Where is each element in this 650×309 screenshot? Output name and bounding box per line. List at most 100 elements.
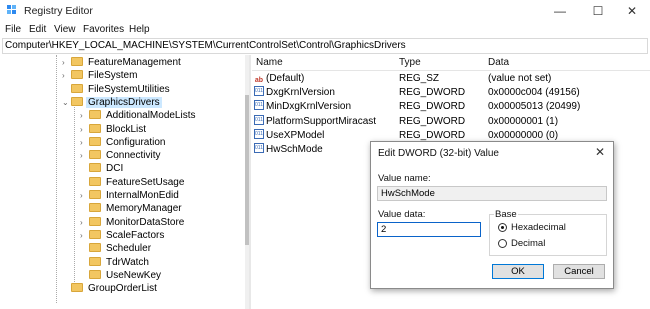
folder-icon [71,70,83,80]
minimize-button[interactable]: — [542,0,578,22]
folder-icon [89,123,101,133]
value-row[interactable]: 011 MinDxgKrnlVersion REG_DWORD 0x00005013 … [252,100,650,114]
folder-icon [89,190,101,199]
hexadecimal-radio[interactable] [498,223,507,232]
tree-item[interactable]: DCI [80,162,125,175]
folder-icon [71,57,83,66]
tree-item[interactable]: › InternalMonEdid [80,189,181,202]
maximize-button[interactable]: ☐ [580,0,616,22]
folder-icon [89,136,101,146]
tree-item-label: Configuration [106,136,166,148]
pane-splitter[interactable] [249,55,251,309]
ok-button[interactable]: OK [492,264,544,279]
tree-item-label: FileSystemUtilities [88,83,170,95]
folder-icon [89,150,101,160]
value-name-label: Value name: [378,173,431,184]
tree-item[interactable]: FileSystemUtilities [62,83,172,96]
menu-view[interactable]: View [54,24,76,35]
chevron-right-icon[interactable]: › [80,149,89,162]
tree-item-label: FileSystem [88,70,138,82]
menu-file[interactable]: File [5,24,21,35]
value-type: REG_DWORD [399,101,466,113]
binary-value-icon: 011 [254,114,264,125]
folder-icon [89,203,101,213]
tree-item-label: DCI [106,163,124,175]
tree-item[interactable]: UseNewKey [80,269,163,282]
tree-item-label: AdditionalModeLists [106,110,196,122]
address-bar[interactable]: Computer\HKEY_LOCAL_MACHINE\SYSTEM\Curre… [2,38,648,54]
chevron-right-icon[interactable]: › [80,229,89,242]
chevron-right-icon[interactable]: › [80,123,89,136]
folder-icon [71,283,83,293]
dialog-close-button[interactable]: ✕ [591,144,609,160]
decimal-radio[interactable] [498,239,507,248]
folder-icon [89,110,101,120]
value-name: PlatformSupportMiracast [266,115,377,127]
column-header-name[interactable]: Name [256,57,283,68]
tree-item[interactable]: TdrWatch [80,256,151,269]
tree-item[interactable]: Scheduler [80,242,153,255]
menu-favorites[interactable]: Favorites [83,24,124,35]
tree-item[interactable]: FeatureSetUsage [80,176,186,189]
tree-item[interactable]: › FileSystem [62,69,139,82]
folder-icon [89,163,101,173]
folder-icon [89,256,101,266]
tree-item[interactable]: › MonitorDataStore [80,216,186,229]
value-name: (Default) [266,73,305,84]
tree-item[interactable]: MemoryManager [80,202,184,215]
value-name: DxgKrnlVersion [266,87,335,99]
value-row[interactable]: ab (Default) REG_SZ (value not set) [252,72,650,86]
tree-item[interactable]: › Connectivity [80,149,162,162]
folder-icon [71,83,83,93]
value-row[interactable]: 011 DxgKrnlVersion REG_DWORD 0x0000c004 (49… [252,86,650,100]
value-name: HwSchMode [266,144,323,155]
hexadecimal-label[interactable]: Hexadecimal [511,222,566,233]
tree-item[interactable]: › ScaleFactors [80,229,166,242]
value-row[interactable]: 011 PlatformSupportMiracast REG_DWORD 0x000… [252,114,650,129]
string-value-icon: ab [254,77,264,84]
binary-value-icon: 011 [254,143,264,153]
value-data-input[interactable]: 2 [377,222,481,237]
column-header-data[interactable]: Data [488,57,509,68]
column-header-type[interactable]: Type [399,57,421,68]
decimal-label[interactable]: Decimal [511,238,545,249]
value-type: REG_SZ [399,73,440,84]
value-data: 0x00005013 (20499) [488,101,581,113]
binary-value-icon: 011 [254,128,264,139]
chevron-right-icon[interactable]: › [80,109,89,122]
tree-item[interactable]: › BlockList [80,123,148,136]
tree-item[interactable]: › FeatureManagement [62,56,183,69]
chevron-right-icon[interactable]: › [80,136,89,149]
cancel-button[interactable]: Cancel [553,264,605,279]
value-data-label: Value data: [378,209,426,220]
menu-help[interactable]: Help [129,24,150,35]
chevron-right-icon[interactable]: › [62,56,71,69]
tree-item-label: GraphicsDrivers [86,96,162,108]
title-bar: Registry Editor — ☐ ✕ [0,0,650,22]
tree-item[interactable]: › Configuration [80,136,167,149]
value-name: MinDxgKrnlVersion [266,101,352,113]
tree-item[interactable]: GroupOrderList [62,282,159,295]
tree-item-label: UseNewKey [106,269,162,281]
tree-item-label: MonitorDataStore [106,216,185,228]
chevron-right-icon[interactable]: › [80,216,89,229]
tree-item-label: Connectivity [106,150,161,162]
tree-guide-line [74,107,75,282]
registry-editor-icon [7,5,16,14]
binary-value-icon: 011 [254,100,264,111]
menu-edit[interactable]: Edit [29,24,46,35]
dialog-title: Edit DWORD (32-bit) Value [378,148,499,159]
chevron-right-icon[interactable]: › [80,189,89,202]
value-data: (value not set) [488,73,552,84]
tree-item-label: BlockList [106,123,147,135]
folder-icon [89,176,101,186]
base-group [489,214,607,256]
close-button[interactable]: ✕ [614,0,650,22]
chevron-right-icon[interactable]: › [62,69,71,82]
chevron-down-icon[interactable]: ⌄ [62,96,71,109]
tree-item[interactable]: › AdditionalModeLists [80,109,198,122]
tree-item[interactable]: ⌄ GraphicsDrivers [62,96,162,109]
value-data: 0x0000c004 (49156) [488,87,580,99]
value-type: REG_DWORD [399,115,466,127]
value-type: REG_DWORD [399,87,466,99]
